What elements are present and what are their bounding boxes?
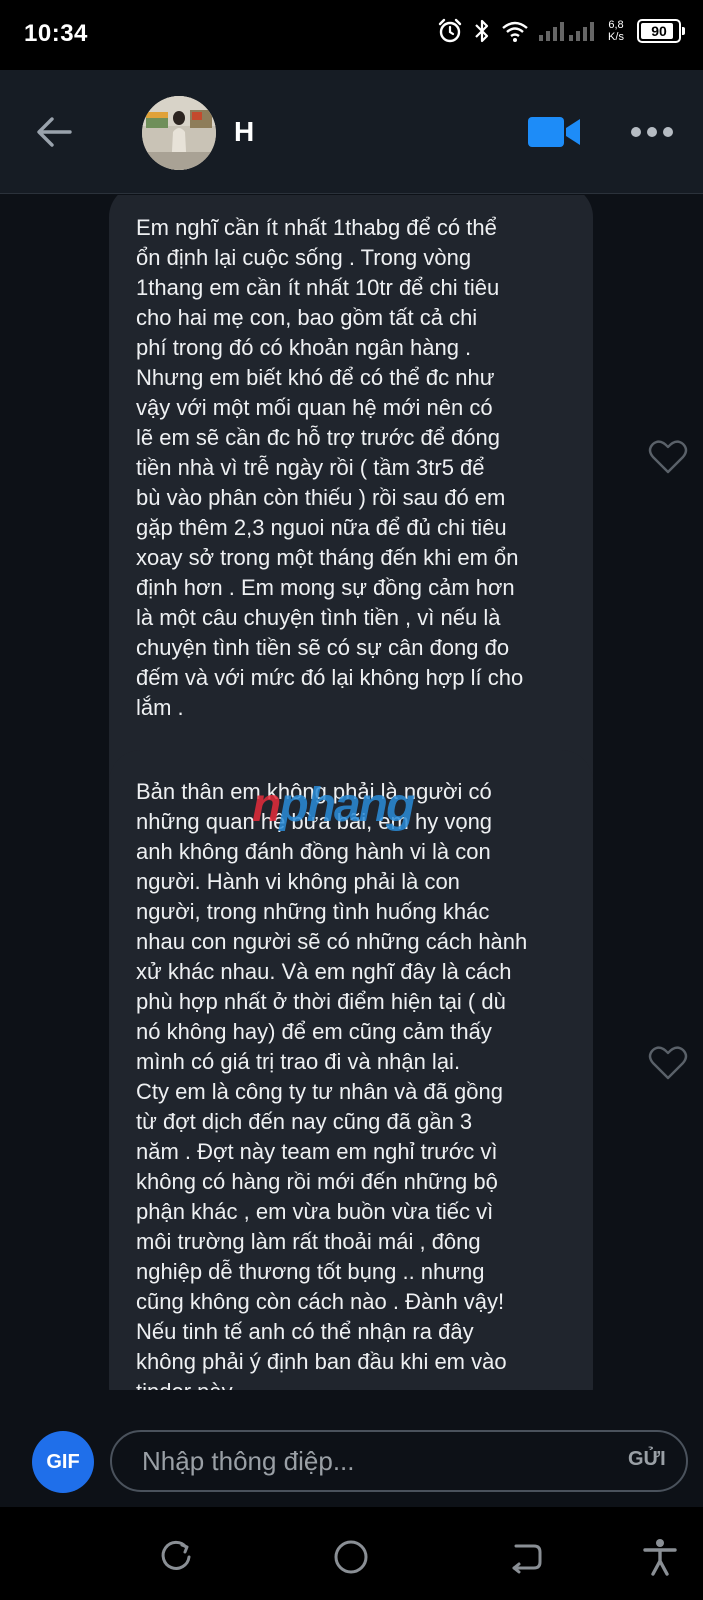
net-speed: 6,8 K/s <box>608 19 624 43</box>
battery-icon: 90 <box>637 19 685 43</box>
message-text: Em nghĩ cần ít nhất 1thabg để có thể ổn … <box>136 215 524 720</box>
chat-header: H <box>0 70 703 194</box>
heart-icon[interactable] <box>648 1045 688 1081</box>
home-icon[interactable] <box>331 1537 371 1577</box>
video-call-icon[interactable] <box>528 114 582 150</box>
status-icons: 6,8 K/s 90 <box>437 18 685 44</box>
avatar[interactable] <box>142 96 216 170</box>
send-button[interactable]: GỬI <box>628 1448 666 1471</box>
heart-icon[interactable] <box>648 439 688 475</box>
back-icon[interactable] <box>506 1537 546 1577</box>
status-time: 10:34 <box>24 20 88 47</box>
battery-level: 90 <box>651 23 667 39</box>
chat-messages[interactable]: Em nghĩ cần ít nhất 1thabg để có thể ổn … <box>0 195 703 1390</box>
message-text: Bản thân em không phải là người có những… <box>136 779 528 1390</box>
accessibility-icon[interactable] <box>640 1537 680 1577</box>
bluetooth-icon <box>475 19 489 43</box>
wifi-icon <box>502 21 528 42</box>
avatar-photo <box>142 96 216 170</box>
recent-apps-icon[interactable] <box>156 1537 196 1577</box>
more-icon[interactable] <box>630 124 674 140</box>
system-nav-bar <box>0 1507 703 1600</box>
contact-name[interactable]: H <box>234 116 254 148</box>
message-composer: GIF GỬI <box>0 1390 703 1507</box>
message-input[interactable] <box>110 1430 688 1492</box>
back-arrow-icon[interactable] <box>34 112 74 152</box>
status-bar: 10:34 6,8 K/s 90 <box>0 0 703 70</box>
alarm-icon <box>438 18 462 43</box>
signal-icon <box>539 22 594 41</box>
message-bubble[interactable]: Bản thân em không phải là người có những… <box>109 750 593 1390</box>
gif-button[interactable]: GIF <box>32 1431 94 1493</box>
